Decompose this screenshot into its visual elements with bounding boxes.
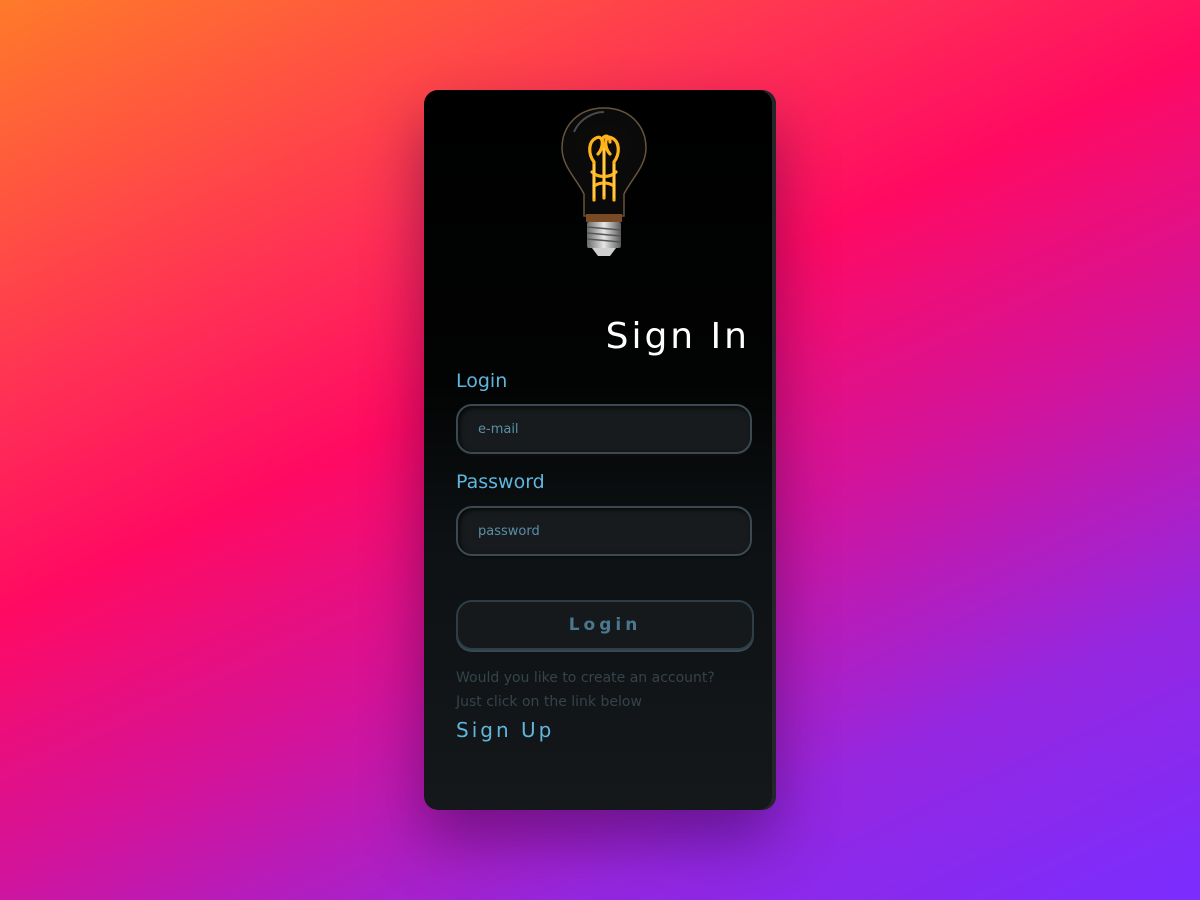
password-field[interactable] — [456, 506, 752, 556]
sign-in-card: Sign In Login Password Login Would you l… — [424, 90, 776, 810]
light-bulb-icon — [558, 107, 650, 256]
sign-up-link[interactable]: Sign Up — [456, 718, 554, 742]
signup-hint-line2: Just click on the link below — [456, 694, 642, 710]
signup-hint: Would you like to create an account? Jus… — [456, 666, 756, 714]
email-field[interactable] — [456, 404, 752, 454]
signup-hint-line1: Would you like to create an account? — [456, 670, 715, 686]
login-button[interactable]: Login — [456, 600, 754, 650]
login-label: Login — [456, 370, 508, 392]
password-label: Password — [456, 471, 545, 493]
page-title: Sign In — [605, 316, 750, 357]
